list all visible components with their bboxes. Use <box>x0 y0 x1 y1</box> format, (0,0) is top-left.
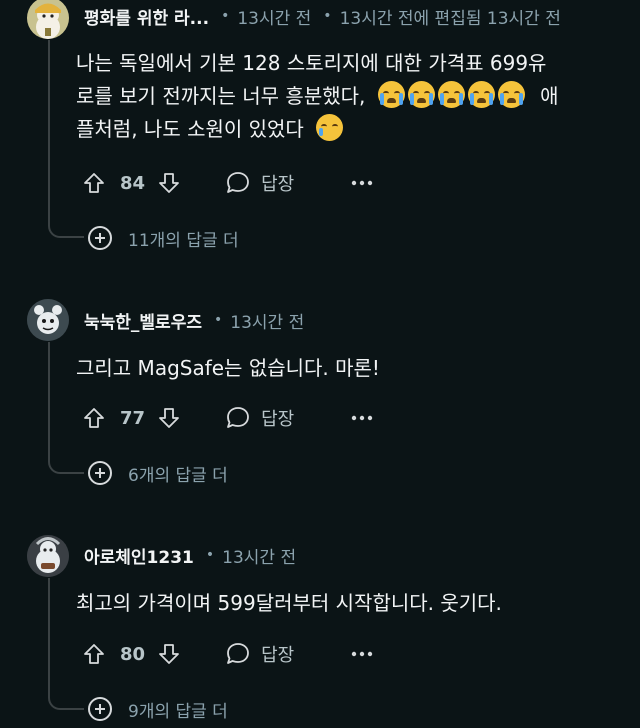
avatar[interactable] <box>27 299 69 341</box>
more-replies-button[interactable]: 11개의 답글 더 <box>88 223 239 253</box>
plus-circle-icon <box>88 461 112 485</box>
timestamp: 13시간 전 <box>237 8 312 29</box>
reply-button[interactable]: 답장 <box>225 170 294 196</box>
ellipsis-icon[interactable] <box>344 165 380 201</box>
author-name[interactable]: 평화를 위한 라... <box>84 4 209 29</box>
comment-body-line: 플처럼, 나도 소원이 있었다 <box>76 113 616 146</box>
more-replies-label: 11개의 답글 더 <box>128 230 239 251</box>
ellipsis-icon[interactable] <box>344 636 380 672</box>
separator-dot: • <box>221 8 230 24</box>
comment-body-text: 로를 보기 전까지는 너무 흥분했다, <box>76 84 366 108</box>
loudly-crying-face-icon <box>377 81 405 108</box>
comment-body: 나는 독일에서 기본 128 스토리지에 대한 가격표 699유 로를 보기 전… <box>76 47 616 146</box>
timestamp: 13시간 전 <box>230 312 305 333</box>
vote-count: 84 <box>120 172 146 194</box>
comment-actions: 77 답장 <box>76 400 380 436</box>
reply-label: 답장 <box>261 409 295 430</box>
edited-label: 13시간 전에 편집됨 13시간 전 <box>339 8 561 29</box>
speech-bubble-icon <box>227 643 249 664</box>
speech-bubble-icon <box>227 172 249 193</box>
comment-body-text: 애 <box>540 84 559 108</box>
upvote-icon[interactable] <box>76 636 112 672</box>
downvote-icon[interactable] <box>151 400 187 436</box>
thread-elbow <box>48 696 84 710</box>
loudly-crying-face-icon <box>437 81 465 108</box>
separator-dot: • <box>205 547 215 563</box>
comment-meta: 아로체인1231 • 13시간 전 <box>84 541 296 569</box>
loudly-crying-face-icon <box>497 81 525 108</box>
separator-dot: • <box>323 8 332 24</box>
speech-bubble-icon <box>227 407 249 428</box>
thread-elbow <box>48 460 84 474</box>
author-name[interactable]: 눅눅한_벨로우즈 <box>84 308 202 333</box>
more-replies-button[interactable]: 6개의 답글 더 <box>88 458 228 488</box>
upvote-icon[interactable] <box>76 400 112 436</box>
thread-line[interactable] <box>48 40 50 224</box>
thread-elbow <box>48 224 84 238</box>
loudly-crying-face-icon <box>467 81 495 108</box>
separator-dot: • <box>213 312 223 328</box>
plus-circle-icon <box>88 697 112 721</box>
more-replies-label: 9개의 답글 더 <box>128 701 228 722</box>
reply-button[interactable]: 답장 <box>225 641 294 667</box>
comment-body-line: 로를 보기 전까지는 너무 흥분했다, 애 <box>76 80 616 113</box>
comment-actions: 80 답장 <box>76 636 380 672</box>
vote-count: 77 <box>120 407 146 429</box>
reply-label: 답장 <box>261 645 295 666</box>
avatar[interactable] <box>27 0 69 39</box>
more-replies-button[interactable]: 9개의 답글 더 <box>88 694 228 724</box>
loudly-crying-face-icon <box>407 81 435 108</box>
reply-button[interactable]: 답장 <box>225 405 294 431</box>
comment-body-line: 나는 독일에서 기본 128 스토리지에 대한 가격표 699유 <box>76 51 547 75</box>
comment-actions: 84 답장 <box>76 165 380 201</box>
author-name[interactable]: 아로체인1231 <box>84 543 194 568</box>
face-holding-back-tears-icon <box>316 114 344 141</box>
comment-meta: 평화를 위한 라... • 13시간 전 • 13시간 전에 편집됨 13시간 … <box>84 2 561 30</box>
timestamp: 13시간 전 <box>222 547 297 568</box>
vote-count: 80 <box>120 643 146 665</box>
ellipsis-icon[interactable] <box>344 400 380 436</box>
comment-meta: 눅눅한_벨로우즈 • 13시간 전 <box>84 306 304 334</box>
plus-circle-icon <box>88 226 112 250</box>
upvote-icon[interactable] <box>76 165 112 201</box>
downvote-icon[interactable] <box>151 636 187 672</box>
downvote-icon[interactable] <box>151 165 187 201</box>
thread-line[interactable] <box>48 578 50 696</box>
comment-body: 그리고 MagSafe는 없습니다. 마론! <box>76 356 380 380</box>
avatar[interactable] <box>27 535 69 577</box>
thread-line[interactable] <box>48 342 50 460</box>
reply-label: 답장 <box>261 174 295 195</box>
more-replies-label: 6개의 답글 더 <box>128 465 228 486</box>
comment-body-text: 플처럼, 나도 소원이 있었다 <box>76 117 304 141</box>
comment-body: 최고의 가격이며 599달러부터 시작합니다. 웃기다. <box>76 591 502 615</box>
